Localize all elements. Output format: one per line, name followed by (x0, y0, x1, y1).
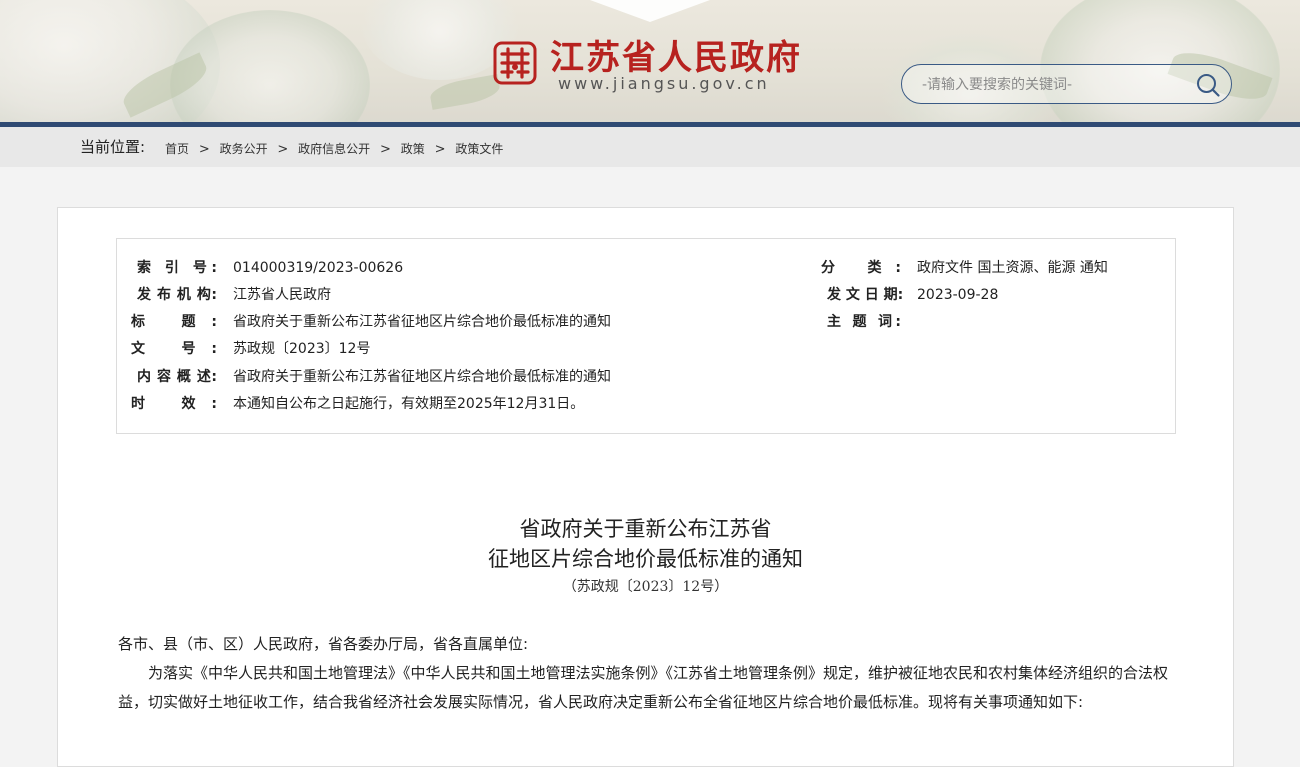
document-metadata: 索 引 号: 014000319/2023-00626 发 布 机 构: 江苏省人民… (116, 238, 1176, 434)
header-decoration (1040, 0, 1280, 123)
document-title-line-1: 省政府关于重新公布江苏省 (519, 517, 772, 541)
jiangsu-emblem-icon[interactable] (492, 40, 538, 86)
meta-label: 发 文 日 期: (827, 287, 904, 303)
document-paragraph: 为落实《中华人民共和国土地管理法》《中华人民共和国土地管理法实施条例》《江苏省土… (118, 664, 1169, 711)
meta-label: 主 题 词: (827, 314, 901, 330)
meta-issuer: 发 布 机 构: 江苏省人民政府 (137, 285, 331, 305)
meta-label: 索 引 号: (137, 260, 217, 276)
meta-title: 标 题: 省政府关于重新公布江苏省征地区片综合地价最低标准的通知 (131, 312, 611, 332)
meta-index: 索 引 号: 014000319/2023-00626 (137, 258, 403, 278)
breadcrumb-separator: > (380, 142, 391, 157)
header-notch (590, 0, 710, 22)
meta-value: 014000319/2023-00626 (233, 260, 404, 276)
site-title[interactable]: 江苏省人民政府 (550, 30, 802, 79)
meta-validity: 时 效: 本通知自公布之日起施行，有效期至2025年12月31日。 (131, 394, 584, 414)
document-salutation: 各市、县（市、区）人民政府，省各委办厅局，省各直属单位: (118, 635, 529, 653)
meta-label: 内 容 概 述: (137, 369, 217, 385)
breadcrumb-item-policy[interactable]: 政策 (401, 142, 425, 156)
meta-subject: 主 题 词: (827, 312, 917, 332)
meta-label: 文 号: (131, 341, 217, 357)
document-number: （苏政规〔2023〕12号） (562, 579, 729, 595)
breadcrumb-item-policy-docs[interactable]: 政策文件 (455, 142, 503, 156)
search-box (901, 64, 1232, 104)
breadcrumb-item-gov-affairs[interactable]: 政务公开 (220, 142, 268, 156)
meta-summary: 内 容 概 述: 省政府关于重新公布江苏省征地区片综合地价最低标准的通知 (137, 367, 611, 387)
meta-date: 发 文 日 期: 2023-09-28 (827, 285, 998, 305)
meta-label: 标 题: (131, 314, 217, 330)
meta-value: 省政府关于重新公布江苏省征地区片综合地价最低标准的通知 (233, 314, 611, 330)
breadcrumb-separator: > (198, 142, 210, 157)
meta-value: 省政府关于重新公布江苏省征地区片综合地价最低标准的通知 (233, 369, 611, 385)
meta-label: 分 类: (821, 260, 901, 276)
breadcrumb-item-home[interactable]: 首页 (165, 142, 189, 156)
site-url: www.jiangsu.gov.cn (558, 74, 770, 93)
meta-value: 江苏省人民政府 (233, 287, 331, 303)
breadcrumb-label: 当前位置: (80, 138, 146, 156)
search-icon[interactable] (1195, 72, 1221, 98)
meta-category: 分 类: 政府文件 国土资源、能源 通知 (821, 258, 1108, 278)
meta-label: 时 效: (131, 396, 217, 412)
meta-value: 政府文件 国土资源、能源 通知 (917, 260, 1108, 276)
breadcrumb-separator: > (277, 142, 289, 157)
meta-docno: 文 号: 苏政规〔2023〕12号 (131, 339, 370, 359)
meta-value: 苏政规〔2023〕12号 (233, 341, 371, 357)
site-header: 江苏省人民政府 www.jiangsu.gov.cn (0, 0, 1300, 123)
meta-label: 发 布 机 构: (137, 287, 217, 303)
meta-value: 2023-09-28 (917, 287, 999, 303)
breadcrumb-trail: 首页 > 政务公开 > 政府信息公开 > 政策 > 政策文件 (165, 140, 503, 157)
main-content: 索 引 号: 014000319/2023-00626 发 布 机 构: 江苏省人民… (57, 207, 1234, 767)
meta-value: 本通知自公布之日起施行，有效期至2025年12月31日。 (233, 396, 585, 412)
breadcrumb: 当前位置: 首页 > 政务公开 > 政府信息公开 > 政策 > 政策文件 (0, 127, 1300, 167)
search-input[interactable] (920, 72, 1184, 98)
breadcrumb-separator: > (434, 142, 446, 157)
document-title-line-2: 征地区片综合地价最低标准的通知 (488, 547, 803, 571)
breadcrumb-item-gov-info[interactable]: 政府信息公开 (298, 142, 370, 156)
